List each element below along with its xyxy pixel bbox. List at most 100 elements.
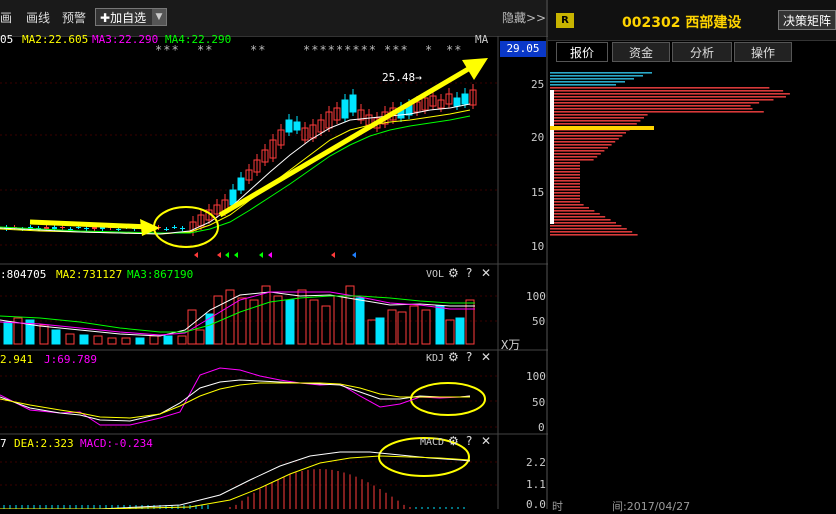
tab-funds[interactable]: 资金	[612, 42, 670, 62]
chip-bar	[550, 123, 637, 125]
tab-analysis[interactable]: 分析	[672, 42, 732, 62]
chip-bar	[550, 225, 622, 227]
volume-bar	[285, 299, 295, 345]
chip-bar	[550, 201, 580, 203]
vol-close-icon[interactable]: ✕	[481, 266, 491, 280]
volume-bar	[261, 285, 271, 345]
candlestick	[301, 122, 309, 144]
decision-matrix-button[interactable]: 决策矩阵	[778, 10, 836, 30]
vol-gear-icon[interactable]: ⚙	[448, 266, 459, 280]
candlestick	[172, 225, 177, 229]
macd-indicator-name[interactable]: MACD	[420, 437, 444, 448]
candlestick	[445, 88, 453, 108]
volume-bar	[3, 321, 13, 345]
chip-bar	[550, 210, 595, 212]
macd-close-icon[interactable]: ✕	[481, 434, 491, 448]
candlestick	[349, 89, 357, 116]
chip-bar	[550, 117, 644, 119]
vol-ma2-value: MA2:731127	[56, 268, 123, 281]
kdj-y-tick: 0	[538, 421, 545, 434]
chip-bar	[550, 147, 608, 149]
candlestick	[253, 154, 261, 176]
vol-help-icon[interactable]: ?	[466, 266, 472, 280]
chip-bar	[550, 84, 616, 86]
candlestick	[261, 144, 269, 166]
kdj-y-tick: 50	[532, 396, 546, 409]
macd-gear-icon[interactable]: ⚙	[448, 434, 459, 448]
volume-bar	[455, 317, 465, 345]
stock-code: 002302	[622, 15, 681, 31]
chip-bar	[550, 138, 619, 140]
chip-bar	[550, 135, 623, 137]
chip-bar	[550, 195, 580, 197]
avg-cost-line	[550, 126, 654, 130]
cost-range-bar	[550, 90, 554, 224]
volume-bar	[421, 309, 431, 345]
chip-bar	[550, 87, 770, 89]
peak-price-label: 25.48→	[382, 71, 422, 84]
candlestick	[245, 164, 253, 184]
tab-quote[interactable]: 报价	[556, 42, 608, 62]
candlestick	[269, 134, 277, 162]
candlestick	[469, 84, 477, 109]
volume-bar	[445, 319, 455, 345]
volume-bar	[237, 297, 247, 345]
chip-bar	[550, 231, 633, 233]
chip-bar	[550, 159, 594, 161]
kdj-gear-icon[interactable]: ⚙	[448, 350, 459, 364]
kdj-d-value: 2.941	[0, 353, 34, 366]
chip-bar	[550, 99, 774, 101]
chip-bar	[550, 177, 580, 179]
chip-bar	[550, 144, 612, 146]
volume-bar	[367, 319, 377, 345]
chip-bar	[550, 90, 784, 92]
macd-histogram	[3, 469, 465, 509]
price-y-tick: 15	[531, 186, 545, 199]
volume-bar	[465, 299, 475, 345]
chip-bar	[550, 174, 580, 176]
chip-bar	[550, 150, 605, 152]
volume-bar	[121, 337, 131, 345]
macd-y-tick: 0.0	[526, 498, 546, 511]
footer-time-label: 时	[552, 500, 563, 513]
chip-bar	[550, 105, 751, 107]
rights-badge: R	[556, 13, 574, 28]
chip-bar	[550, 78, 634, 80]
chart-canvas[interactable]	[0, 0, 548, 509]
kdj-close-icon[interactable]: ✕	[481, 350, 491, 364]
chip-bar	[550, 165, 580, 167]
macd-dea-line	[0, 455, 471, 509]
chip-bar	[550, 168, 580, 170]
chip-bar	[550, 183, 580, 185]
vol-indicator-name[interactable]: VOL	[426, 269, 444, 280]
chip-bar	[550, 162, 580, 164]
volume-bar	[321, 305, 331, 345]
chip-bar	[550, 234, 638, 236]
macd-help-icon[interactable]: ?	[466, 434, 472, 448]
volume-bar	[39, 324, 49, 345]
stock-title: 002302 西部建设	[622, 12, 741, 32]
tab-operations[interactable]: 操作	[734, 42, 792, 62]
volume-bar	[435, 305, 445, 345]
volume-bar	[177, 335, 187, 345]
candlestick	[285, 114, 293, 136]
chip-bar	[550, 153, 601, 155]
chip-bar	[550, 189, 580, 191]
price-y-tick: 20	[531, 131, 545, 144]
kdj-indicator-name[interactable]: KDJ	[426, 353, 444, 364]
chip-bar	[550, 228, 627, 230]
chip-bar	[550, 102, 760, 104]
candlestick	[333, 102, 341, 124]
price-y-tick: 25	[531, 78, 545, 91]
footer-date: 间:2017/04/27	[612, 500, 691, 513]
stock-name: 西部建设	[685, 15, 742, 31]
vol-y-tick: 100	[526, 290, 546, 303]
kdj-help-icon[interactable]: ?	[466, 350, 472, 364]
candlestick	[180, 226, 185, 231]
chip-bar	[550, 132, 626, 134]
chip-bar	[550, 141, 616, 143]
price-y-tick: 10	[531, 240, 545, 253]
macd-dif-line	[0, 451, 471, 509]
volume-bar	[409, 305, 419, 345]
chip-bar	[550, 219, 611, 221]
